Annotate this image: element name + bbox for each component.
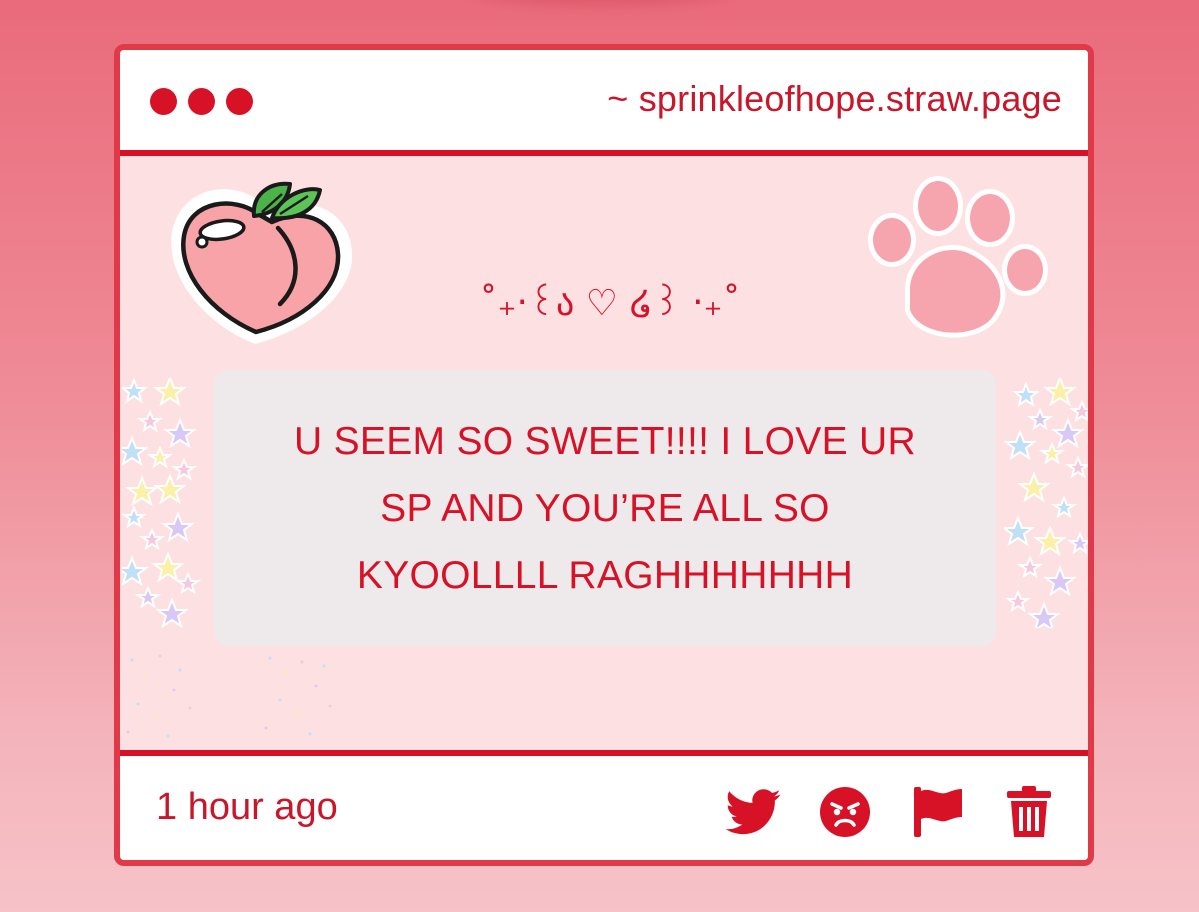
message-bubble: U SEEM SO SWEET!!!! I LOVE UR SP AND YOU… bbox=[214, 370, 996, 646]
paw-print-icon bbox=[868, 176, 1048, 338]
sparkles-decoration-icon bbox=[126, 654, 332, 738]
post-timestamp: 1 hour ago bbox=[156, 786, 338, 828]
window-dot-icon[interactable] bbox=[150, 88, 177, 115]
page-url[interactable]: ~ sprinkleofhope.straw.page bbox=[607, 78, 1062, 120]
action-toolbar bbox=[722, 784, 1060, 840]
report-button[interactable] bbox=[906, 784, 968, 840]
angry-react-button[interactable] bbox=[814, 784, 876, 840]
peach-sticker-icon bbox=[171, 181, 353, 344]
twitter-share-button[interactable] bbox=[722, 784, 784, 840]
stars-decoration-icon bbox=[122, 378, 202, 628]
trash-icon bbox=[1007, 786, 1051, 837]
kaomoji-decoration: ˚₊‧꒰ა ♡ ໒꒱ ‧₊˚ bbox=[479, 283, 741, 324]
twitter-bird-icon bbox=[725, 789, 781, 835]
angry-face-icon bbox=[820, 787, 870, 837]
stars-decoration-icon bbox=[1004, 378, 1088, 628]
window-dot-icon[interactable] bbox=[226, 88, 253, 115]
window-titlebar: ~ sprinkleofhope.straw.page bbox=[120, 50, 1088, 156]
flag-icon bbox=[914, 787, 962, 837]
window-dot-icon[interactable] bbox=[188, 88, 215, 115]
message-content-area: ˚₊‧꒰ა ♡ ໒꒱ ‧₊˚ U SEEM SO SWEET!!!! I LOV… bbox=[120, 156, 1088, 750]
window-controls bbox=[150, 88, 253, 115]
card-footer: 1 hour ago bbox=[120, 750, 1088, 860]
message-text: U SEEM SO SWEET!!!! I LOVE UR SP AND YOU… bbox=[294, 419, 916, 597]
delete-button[interactable] bbox=[998, 784, 1060, 840]
background-shadow bbox=[470, 0, 730, 6]
message-card: ~ sprinkleofhope.straw.page ˚₊‧꒰ა ♡ ໒꒱ ‧… bbox=[114, 44, 1094, 866]
